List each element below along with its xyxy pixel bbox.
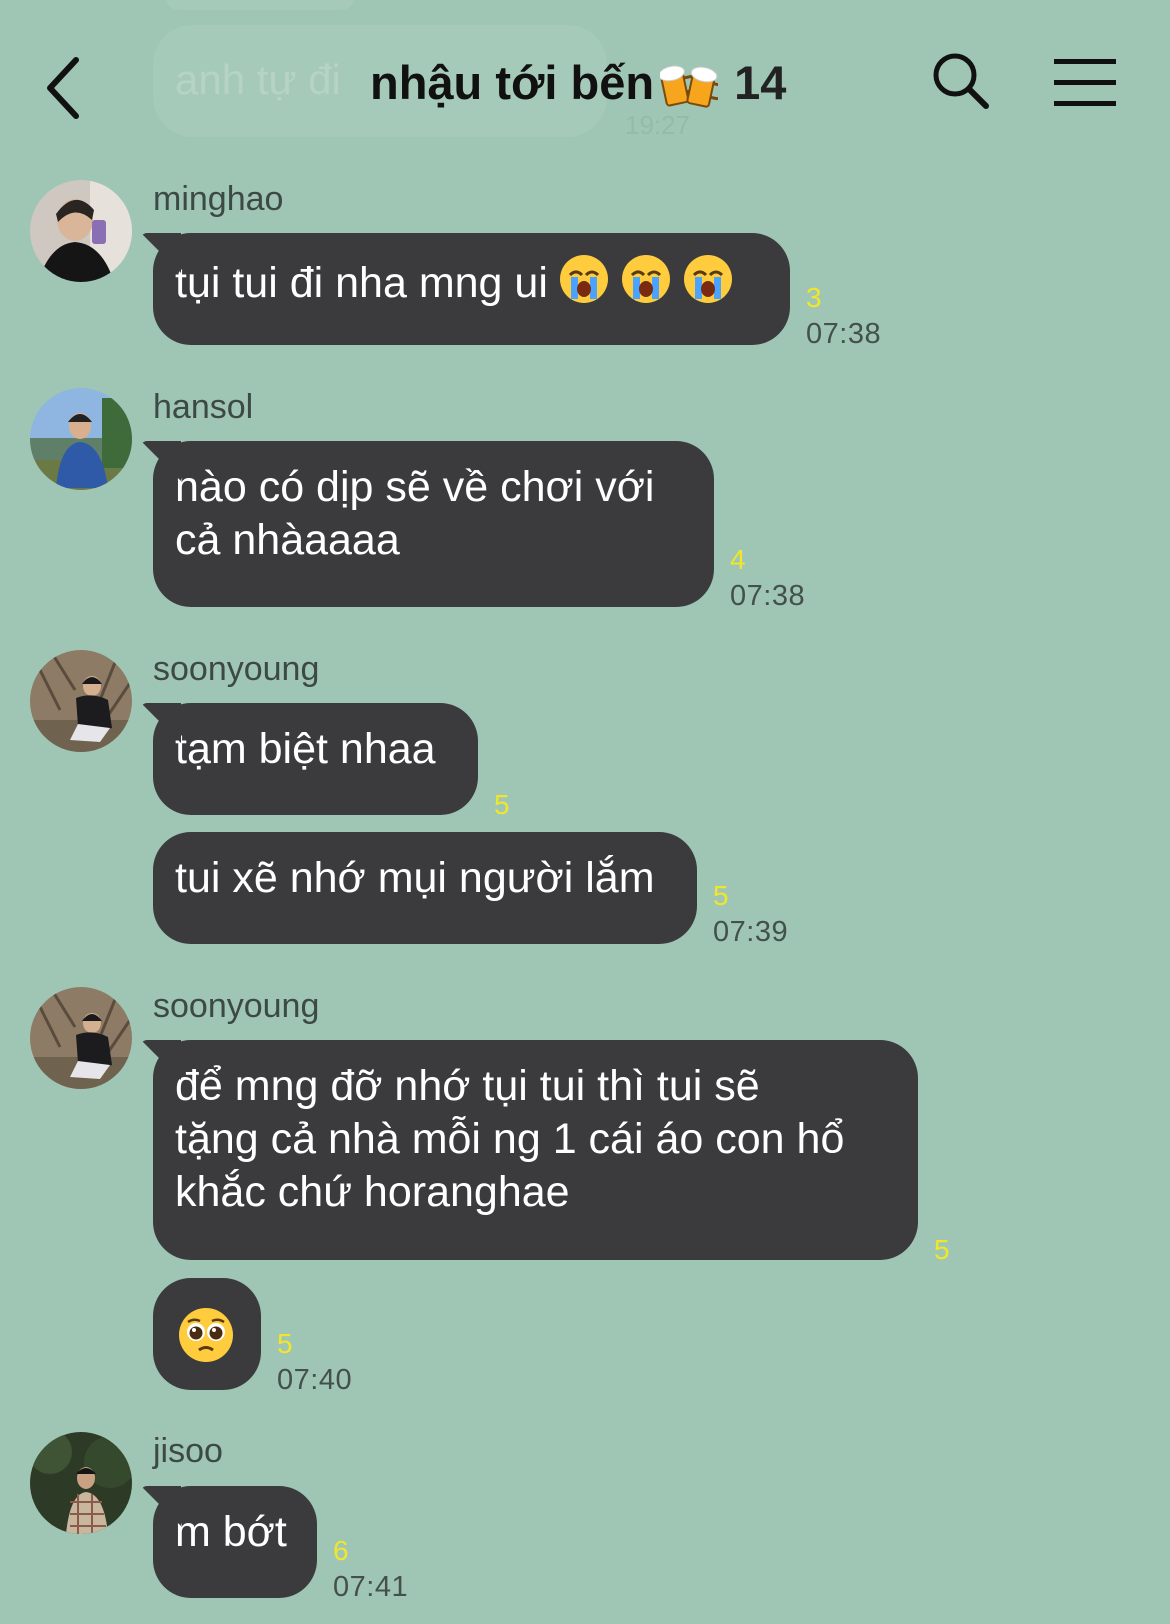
avatar-soonyoung[interactable]	[30, 650, 132, 752]
search-button[interactable]	[930, 50, 992, 112]
search-icon	[933, 53, 989, 109]
message-time: 07:38	[806, 318, 882, 350]
sender-name: soonyoung	[153, 987, 320, 1025]
hamburger-menu-icon	[1054, 59, 1116, 106]
message-bubble[interactable]: tạm biệt nhaa	[153, 703, 478, 815]
message-text-line: khắc chứ horanghae	[175, 1168, 570, 1216]
message-bubble[interactable]	[153, 1278, 261, 1390]
message-text-line: cả nhàaaaa	[175, 516, 400, 564]
faded-message-text: anh tự đi	[175, 56, 341, 103]
message-bubble[interactable]: nào có dịp sẽ về chơi với cả nhàaaaa	[153, 441, 714, 607]
message-time: 07:40	[277, 1364, 353, 1396]
unread-count: 6	[333, 1535, 349, 1566]
sender-name: hansol	[153, 388, 254, 426]
unread-count: 5	[277, 1328, 293, 1359]
unread-count: 5	[494, 789, 510, 820]
message-text-line: tặng cả nhà mỗi ng 1 cái áo con hổ	[175, 1115, 845, 1163]
crying-face-icon	[621, 255, 670, 303]
message-bubble[interactable]: m bớt	[153, 1486, 317, 1598]
message-time: 07:41	[333, 1571, 409, 1603]
member-count: 14	[734, 56, 787, 109]
message-text: tạm biệt nhaa	[175, 725, 436, 773]
unread-count: 3	[806, 282, 822, 313]
message-time: 07:39	[713, 916, 789, 948]
avatar-photo	[30, 650, 132, 752]
pleading-face-icon	[179, 1308, 233, 1362]
crying-face-icon	[559, 255, 608, 303]
avatar-minghao[interactable]	[30, 180, 132, 282]
avatar-photo	[30, 388, 132, 490]
unread-count: 5	[713, 880, 729, 911]
message-bubble[interactable]: tụi tui đi nha mng ui	[153, 233, 790, 345]
message-text: tui xẽ nhớ mụi người lắm	[175, 854, 655, 902]
unread-count: 4	[730, 544, 746, 575]
avatar-hansol[interactable]	[30, 388, 132, 490]
sender-name: minghao	[153, 180, 284, 218]
back-button[interactable]	[38, 52, 94, 124]
avatar-soonyoung[interactable]	[30, 987, 132, 1089]
menu-button[interactable]	[1052, 55, 1118, 111]
message-bubble[interactable]: tui xẽ nhớ mụi người lắm	[153, 832, 697, 944]
sender-name: soonyoung	[153, 650, 320, 688]
chat-title[interactable]: nhậu tới bến 14	[370, 55, 786, 110]
message-text: m bớt	[175, 1508, 287, 1556]
unread-count: 5	[934, 1234, 950, 1265]
avatar-jisoo[interactable]	[30, 1432, 132, 1534]
message-text: tụi tui đi nha mng ui	[175, 259, 548, 307]
crying-face-icon	[683, 255, 732, 303]
beer-mugs-icon	[660, 65, 719, 108]
sender-name: jisoo	[153, 1432, 223, 1470]
avatar-photo	[30, 180, 132, 282]
message-text-line: nào có dịp sẽ về chơi với	[175, 463, 655, 511]
message-bubble[interactable]: để mng đỡ nhớ tụi tui thì tui sẽ tặng cả…	[153, 1040, 918, 1260]
avatar-photo	[30, 1432, 132, 1534]
chat-title-text: nhậu tới bến	[370, 56, 655, 109]
faded-bubble-top	[165, 0, 355, 10]
chevron-left-icon	[47, 57, 79, 119]
message-text-line: để mng đỡ nhớ tụi tui thì tui sẽ	[175, 1062, 760, 1110]
message-time: 07:38	[730, 580, 806, 612]
avatar-photo	[30, 987, 132, 1089]
faded-message-time: 19:27	[625, 110, 691, 140]
